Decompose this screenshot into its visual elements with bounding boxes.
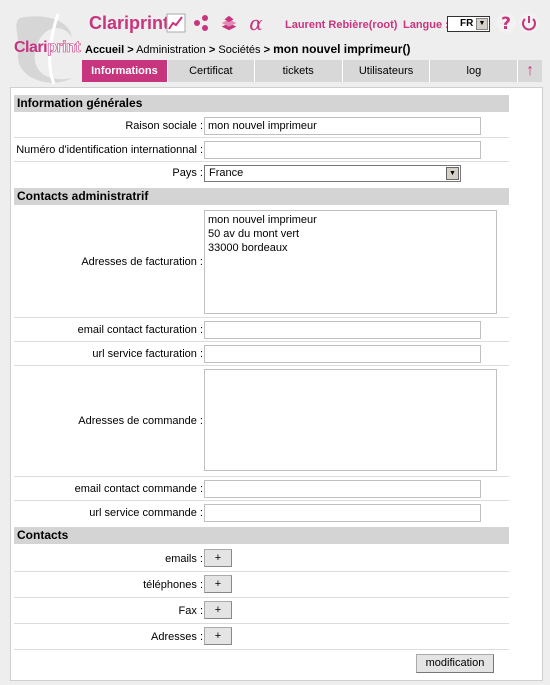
chart-icon[interactable] [166, 13, 186, 33]
chevron-down-icon: ▼ [446, 167, 459, 180]
breadcrumb-home[interactable]: Accueil [85, 44, 124, 56]
fax-label: Fax : [178, 605, 203, 617]
tab-informations[interactable]: Informations [82, 60, 168, 82]
tab-utilisateurs[interactable]: Utilisateurs [342, 60, 431, 82]
adresses-commande-label: Adresses de commande : [78, 415, 203, 427]
add-adresse-button[interactable]: + [204, 627, 232, 645]
form-panel: Information générales Raison sociale : m… [10, 87, 543, 681]
raison-sociale-input[interactable]: mon nouvel imprimeur [204, 117, 481, 135]
row-telephones: téléphones : + [14, 572, 509, 598]
adresses-facturation-textarea[interactable]: mon nouvel imprimeur 50 av du mont vert … [204, 210, 497, 314]
alpha-icon[interactable]: α [246, 11, 266, 35]
add-fax-button[interactable]: + [204, 601, 232, 619]
modification-button[interactable]: modification [416, 654, 494, 673]
logo-wordmark: Clariprint [14, 39, 81, 57]
numero-label: Numéro d'identification internationnal : [16, 144, 203, 156]
add-email-button[interactable]: + [204, 549, 232, 567]
svg-text:?: ? [501, 14, 511, 34]
breadcrumb-administration[interactable]: Administration [136, 44, 206, 56]
telephones-label: téléphones : [143, 579, 203, 591]
brand-title: Clariprint [89, 13, 170, 33]
network-icon[interactable] [191, 13, 211, 33]
breadcrumb-societes[interactable]: Sociétés [218, 44, 260, 56]
section-admin: Contacts administratrif [14, 188, 509, 205]
arrow-up-icon[interactable]: ↑ [518, 60, 543, 82]
stack-icon[interactable] [219, 13, 239, 33]
url-facturation-input[interactable] [204, 345, 481, 363]
email-facturation-input[interactable] [204, 321, 481, 339]
breadcrumb-current: mon nouvel imprimeur() [273, 42, 411, 56]
url-commande-label: url service commande : [89, 507, 203, 519]
help-icon[interactable]: ? [495, 12, 517, 34]
power-icon[interactable] [518, 12, 540, 34]
adresses-facturation-label: Adresses de facturation : [81, 256, 203, 268]
tab-log[interactable]: log [430, 60, 519, 82]
adresses-commande-textarea[interactable] [204, 369, 497, 471]
user-name[interactable]: Laurent Rebière(root) [285, 19, 397, 31]
email-commande-label: email contact commande : [74, 483, 203, 495]
row-url-commande: url service commande : [14, 501, 509, 525]
row-email-commande: email contact commande : [14, 477, 509, 501]
tab-bar: Informations Certificat tickets Utilisat… [82, 60, 543, 82]
chevron-down-icon: ▼ [476, 18, 488, 30]
tab-certificat[interactable]: Certificat [167, 60, 255, 82]
email-facturation-label: email contact facturation : [77, 324, 203, 336]
email-commande-input[interactable] [204, 480, 481, 498]
row-adresses: Adresses : + [14, 624, 509, 650]
tab-tickets[interactable]: tickets [254, 60, 343, 82]
raison-sociale-label: Raison sociale : [125, 120, 203, 132]
row-raison-sociale: Raison sociale : mon nouvel imprimeur [14, 114, 509, 138]
add-telephone-button[interactable]: + [204, 575, 232, 593]
breadcrumb: Accueil > Administration > Sociétés > mo… [85, 42, 411, 56]
row-numero: Numéro d'identification internationnal : [14, 138, 509, 162]
row-adresses-facturation: Adresses de facturation : mon nouvel imp… [14, 207, 509, 318]
row-email-facturation: email contact facturation : [14, 318, 509, 342]
row-adresses-commande: Adresses de commande : [14, 366, 509, 477]
scrollbar[interactable] [510, 88, 542, 680]
adresses-label: Adresses : [151, 631, 203, 643]
section-general: Information générales [14, 95, 509, 112]
numero-input[interactable] [204, 141, 481, 159]
emails-label: emails : [165, 553, 203, 565]
row-fax: Fax : + [14, 598, 509, 624]
row-url-facturation: url service facturation : [14, 342, 509, 366]
url-commande-input[interactable] [204, 504, 481, 522]
url-facturation-label: url service facturation : [92, 348, 203, 360]
language-label: Langue : [403, 19, 449, 31]
language-select[interactable]: FR ▼ [447, 16, 490, 32]
row-pays: Pays : France ▼ [14, 162, 509, 186]
section-contacts: Contacts [14, 527, 509, 544]
pays-select[interactable]: France ▼ [204, 165, 461, 182]
row-emails: emails : + [14, 546, 509, 572]
pays-label: Pays : [172, 167, 203, 179]
